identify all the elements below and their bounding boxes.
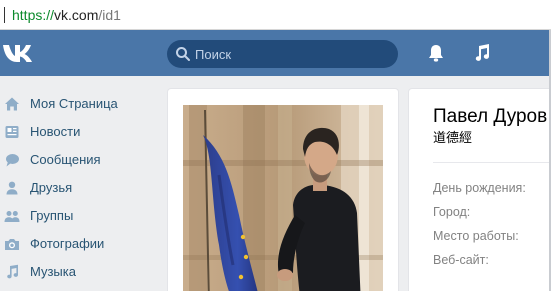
music-note-icon xyxy=(7,264,19,279)
sidebar-item-label: Группы xyxy=(30,208,74,223)
profile-photo-card xyxy=(168,89,398,291)
news-icon xyxy=(5,126,19,138)
chat-bubble-icon xyxy=(6,154,19,167)
person-icon xyxy=(6,181,18,195)
sidebar-item-photos[interactable]: Фотографии xyxy=(0,233,160,257)
sidebar-item-news[interactable]: Новости xyxy=(0,121,160,145)
sidebar-item-label: Музыка xyxy=(30,264,76,279)
camera-icon xyxy=(5,239,19,250)
info-label-birthday: День рождения: xyxy=(433,181,526,195)
search-icon xyxy=(176,47,190,61)
search-box[interactable] xyxy=(167,40,398,68)
sidebar-item-groups[interactable]: Группы xyxy=(0,205,160,229)
sidebar-item-messages[interactable]: Сообщения xyxy=(0,149,160,173)
url-path: /id1 xyxy=(98,7,121,23)
address-bar[interactable]: https://vk.com/id1 xyxy=(0,0,551,30)
sidebar-item-label: Моя Страница xyxy=(30,96,118,111)
info-label-workplace: Место работы: xyxy=(433,229,519,243)
url-text[interactable]: https://vk.com/id1 xyxy=(12,6,121,24)
profile-status[interactable]: 道德經 xyxy=(433,131,472,147)
vk-logo-icon[interactable] xyxy=(2,40,36,66)
divider xyxy=(433,162,551,163)
sidebar-item-label: Новости xyxy=(30,124,81,139)
profile-info-card: Павел Дуров 道德經 День рождения: Город: Ме… xyxy=(409,89,551,291)
sidebar-item-friends[interactable]: Друзья xyxy=(0,177,160,201)
info-label-city: Город: xyxy=(433,205,471,219)
sidebar-item-label: Сообщения xyxy=(30,152,101,167)
top-header xyxy=(0,30,551,76)
bell-icon[interactable] xyxy=(426,43,446,63)
sidebar-item-label: Друзья xyxy=(30,180,73,195)
url-host: vk.com xyxy=(54,7,99,23)
profile-photo[interactable] xyxy=(183,105,383,291)
music-note-icon[interactable] xyxy=(472,43,492,63)
home-icon xyxy=(5,97,19,111)
search-input[interactable] xyxy=(195,44,385,64)
url-scheme: https:// xyxy=(12,7,55,23)
profile-name: Павел Дуров xyxy=(433,106,548,127)
sidebar-item-my-page[interactable]: Моя Страница xyxy=(0,93,160,117)
sidebar-item-label: Фотографии xyxy=(30,236,105,251)
sidebar-item-music[interactable]: Музыка xyxy=(0,261,160,285)
people-icon xyxy=(4,211,20,222)
text-cursor xyxy=(4,7,5,23)
info-label-website: Веб-сайт: xyxy=(433,253,489,267)
